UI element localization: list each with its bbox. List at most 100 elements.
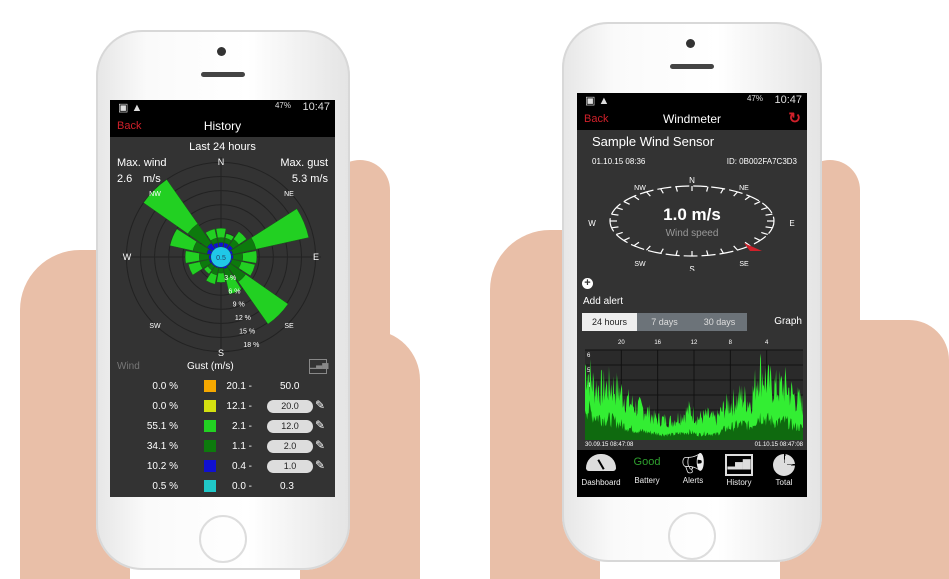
- compass-label-sw: SW: [634, 261, 646, 268]
- wind-speed-label: Wind speed: [665, 228, 719, 239]
- period-tabs: 24 hours 7 days 30 days: [582, 313, 747, 331]
- add-alert-button[interactable]: Add alert: [583, 296, 623, 307]
- x-tick: 8: [729, 340, 733, 346]
- x-tick: 12: [691, 340, 698, 346]
- timestamp: 01.10.15 08:36: [592, 157, 646, 166]
- bar-chart-icon: ▂▅▇: [725, 454, 753, 476]
- home-button[interactable]: [668, 512, 716, 560]
- compass-tick: [646, 191, 651, 197]
- gust-from: 0.0 -: [231, 481, 252, 492]
- battery-percent: 47%: [274, 101, 291, 110]
- x-start-label: 30.09.15 08:47:08: [585, 442, 634, 448]
- tab-24-hours[interactable]: 24 hours: [582, 313, 637, 331]
- color-swatch: [204, 380, 216, 392]
- wind-percent: 0.0 %: [152, 401, 178, 412]
- sensor-name: Sample Wind Sensor: [592, 134, 715, 149]
- gust-from: 2.1 -: [231, 421, 252, 432]
- x-tick: 4: [765, 340, 769, 346]
- bottom-nav: Dashboard Good Battery 📢︎ Alerts ▂▅▇ Histor…: [577, 450, 807, 497]
- gust-from: 0.4 -: [231, 461, 252, 472]
- home-button[interactable]: [199, 515, 247, 563]
- wind-graph: 1234562016128430.09.15 08:47:0801.10.15 …: [585, 340, 804, 448]
- direction-label-sw: SW: [149, 323, 161, 330]
- compass-tick: [720, 188, 724, 194]
- direction-label-w: W: [123, 252, 132, 262]
- edit-pencil-icon[interactable]: ✎: [315, 398, 325, 412]
- compass-tick: [660, 248, 664, 254]
- refresh-icon[interactable]: ↻: [788, 109, 801, 127]
- compass-tick: [633, 195, 640, 201]
- megaphone-icon: 📢︎: [680, 453, 706, 475]
- nav-history[interactable]: ▂▅▇ History: [716, 452, 762, 487]
- speaker: [201, 72, 245, 77]
- page-title: Windmeter: [662, 112, 721, 126]
- compass-tick: [720, 248, 724, 254]
- color-swatch: [204, 480, 216, 492]
- nav-total[interactable]: Total: [761, 452, 807, 487]
- chart-toggle-icon[interactable]: ▁▃▅: [309, 359, 328, 374]
- history-screen: ▣ ▲ 47% 10:47 Back History Last 24 hours…: [110, 100, 335, 497]
- color-swatch: [204, 420, 216, 432]
- tab-30-days[interactable]: 30 days: [692, 313, 747, 331]
- nav-alerts[interactable]: 📢︎ Alerts: [670, 452, 716, 485]
- graph-label: Graph: [774, 316, 802, 327]
- ring-label: 18 %: [243, 342, 259, 349]
- edit-pencil-icon[interactable]: ✎: [315, 458, 325, 472]
- wind-percent: 34.1 %: [146, 441, 178, 452]
- gust-to: 0.3: [280, 481, 294, 492]
- compass-tick: [623, 201, 630, 205]
- gust-limit-input[interactable]: 12.0: [267, 420, 313, 433]
- gust-header: Gust (m/s): [187, 361, 234, 372]
- nav-dashboard[interactable]: Dashboard: [578, 452, 624, 487]
- compass-tick: [754, 201, 761, 205]
- compass-tick: [646, 245, 651, 251]
- gust-from: 12.1 -: [226, 401, 252, 412]
- x-tick: 20: [618, 340, 625, 346]
- compass-label-s: S: [689, 265, 694, 271]
- compass-tick: [706, 186, 709, 192]
- battery-status: Good: [633, 456, 661, 468]
- rose-petal-NW: [143, 179, 199, 235]
- edit-pencil-icon[interactable]: ✎: [315, 438, 325, 452]
- status-bar: ▣ ▲ 47% 10:47: [110, 100, 335, 116]
- title-bar: Back History: [110, 116, 335, 137]
- add-alert-icon[interactable]: +: [582, 278, 593, 289]
- gust-limit-input[interactable]: 20.0: [267, 400, 313, 413]
- clock: 10:47: [302, 101, 330, 113]
- direction-label-ne: NE: [284, 191, 294, 198]
- compass-tick: [733, 245, 738, 251]
- camera: [686, 39, 695, 48]
- ring-label: 15 %: [239, 328, 255, 335]
- notification-icon: ▣ ▲: [118, 102, 143, 114]
- page-title: History: [203, 119, 242, 133]
- wind-header: Wind: [117, 361, 140, 372]
- rose-petal-N: [218, 242, 224, 248]
- compass-tick: [744, 195, 751, 201]
- rose-petal-W: [199, 252, 210, 262]
- period-label: Last 24 hours: [189, 141, 256, 153]
- wind-percent: 0.5 %: [152, 481, 178, 492]
- rose-petal-E: [232, 252, 244, 262]
- gust-from: 1.1 -: [231, 441, 252, 452]
- compass-label-nw: NW: [634, 185, 646, 192]
- compass-label-se: SE: [739, 261, 749, 268]
- nav-battery[interactable]: Good Battery: [624, 452, 670, 485]
- status-bar: ▣ ▲ 47% 10:47: [577, 93, 807, 109]
- rose-petal-W: [184, 250, 200, 264]
- camera: [217, 47, 226, 56]
- clock: 10:47: [774, 94, 802, 106]
- wind-percent: 10.2 %: [146, 461, 178, 472]
- rose-petal-W: [208, 254, 212, 260]
- wind-rose-chart: 0.5 3 % 6 % 9 % 12 % 15 % 18 % N NE E SE S SW W NW: [121, 157, 321, 358]
- pie-chart-icon: [773, 454, 795, 476]
- compass-tick: [706, 250, 709, 256]
- tab-7-days[interactable]: 7 days: [637, 313, 692, 331]
- gust-limit-input[interactable]: 1.0: [267, 460, 313, 473]
- compass-tick: [633, 241, 640, 247]
- edit-pencil-icon[interactable]: ✎: [315, 418, 325, 432]
- direction-label-n: N: [218, 157, 225, 167]
- gauge-icon: [586, 454, 616, 471]
- speaker: [670, 64, 714, 69]
- legend-table: Wind Gust (m/s) ▁▃▅ 0.0 % 20.1 - 50.0 0.…: [110, 358, 335, 497]
- gust-limit-input[interactable]: 2.0: [267, 440, 313, 453]
